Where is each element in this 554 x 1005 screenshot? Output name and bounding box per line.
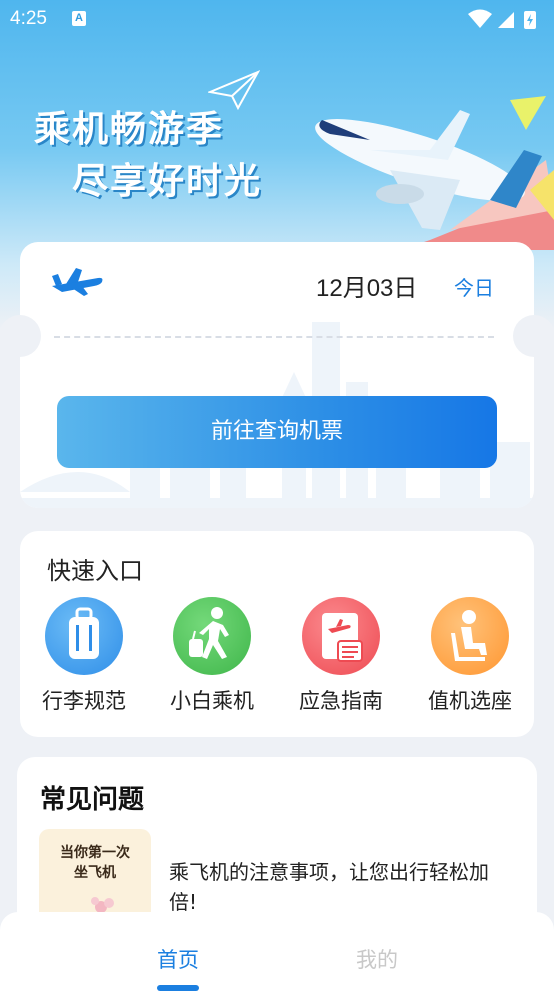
status-bar: 4:25 A <box>0 0 554 38</box>
seat-icon <box>431 597 509 675</box>
signal-icon <box>498 12 514 28</box>
airplane-illustration <box>315 96 554 250</box>
departure-date[interactable]: 12月03日 <box>316 268 417 303</box>
quick-item-emergency[interactable]: 应急指南 <box>286 597 396 727</box>
bottom-tab-bar: 首页 我的 <box>0 912 554 1005</box>
quick-item-label: 小白乘机 <box>170 689 254 713</box>
walking-passenger-icon <box>173 597 251 675</box>
notification-icon: A <box>72 11 86 26</box>
quick-item-first-flight[interactable]: 小白乘机 <box>157 597 267 727</box>
quick-item-label: 值机选座 <box>428 689 512 713</box>
quick-entry-title: 快速入口 <box>47 557 143 585</box>
faq-item-text[interactable]: 乘飞机的注意事项，让您出行轻松加倍! <box>169 857 509 917</box>
tab-active-indicator <box>157 985 199 991</box>
tab-home[interactable]: 首页 <box>118 944 238 974</box>
luggage-icon <box>45 597 123 675</box>
ticket-search-card: 12月03日 今日 前往查询机票 <box>20 242 534 508</box>
quick-item-luggage[interactable]: 行李规范 <box>29 597 139 727</box>
paper-plane-icon <box>208 70 260 110</box>
quick-item-label: 应急指南 <box>299 689 383 713</box>
emergency-guide-icon <box>302 597 380 675</box>
today-label[interactable]: 今日 <box>454 272 494 301</box>
quick-entry-card: 快速入口 行李规范 小白乘机 应急指南 值机选座 <box>20 531 534 737</box>
banner-slogan-1: 乘机畅游季 <box>34 109 225 150</box>
faq-title: 常见问题 <box>40 785 145 815</box>
status-time: 4:25 <box>10 8 47 29</box>
status-icons <box>468 9 536 29</box>
wifi-icon <box>468 9 492 28</box>
search-flights-button[interactable]: 前往查询机票 <box>57 396 497 468</box>
ticket-notch-left <box>0 315 41 357</box>
ticket-notch-right <box>513 315 554 357</box>
banner-slogan-2: 尽享好时光 <box>72 161 263 202</box>
ticket-divider <box>54 336 494 338</box>
airplane-icon <box>52 268 103 296</box>
quick-item-label: 行李规范 <box>42 689 126 713</box>
tab-mine[interactable]: 我的 <box>317 944 437 974</box>
quick-item-checkin-seat[interactable]: 值机选座 <box>415 597 525 727</box>
